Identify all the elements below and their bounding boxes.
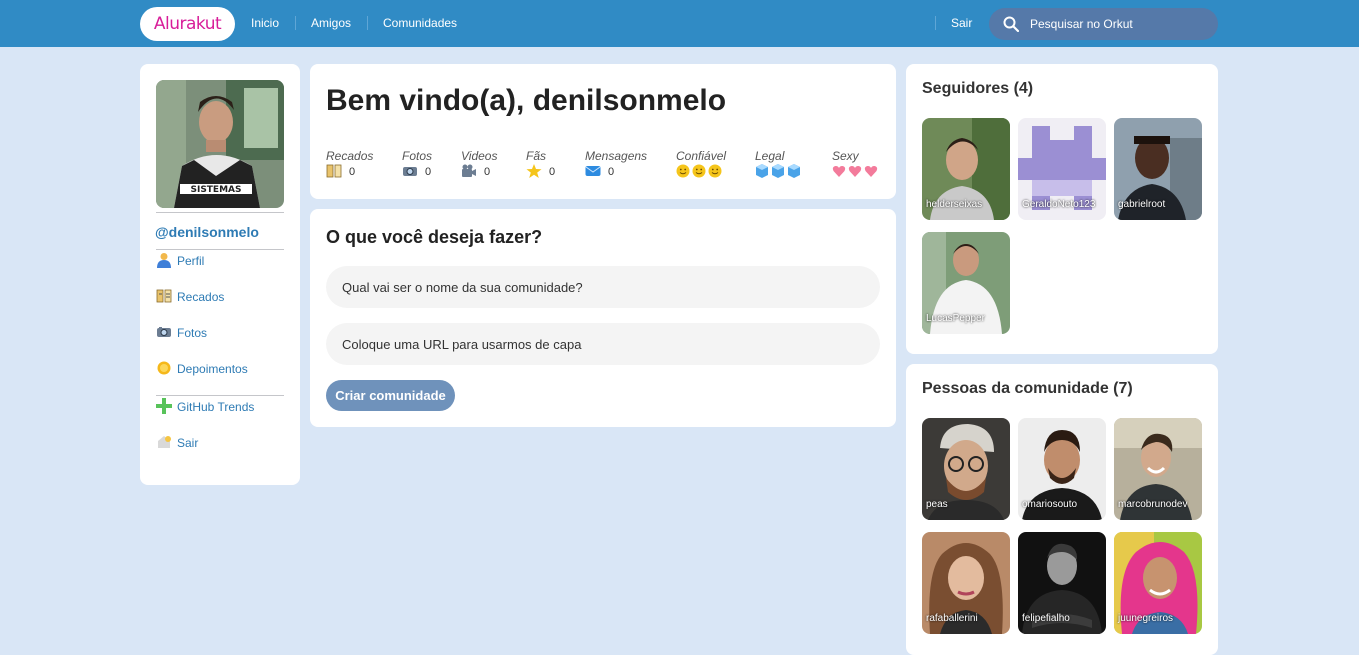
stat-label: Mensagens — [585, 149, 648, 163]
search-bar[interactable]: Pesquisar no Orkut — [989, 8, 1218, 40]
smiley-icon — [692, 164, 706, 178]
community-member-card[interactable]: peas — [922, 418, 1010, 520]
menu-label: Depoimentos — [177, 362, 248, 376]
community-url-input[interactable] — [326, 323, 880, 365]
followers-title: Seguidores (4) — [922, 80, 1034, 97]
book-icon — [156, 289, 172, 303]
section-title: O que você deseja fazer? — [326, 227, 543, 247]
member-name: marcobrunodev — [1118, 499, 1188, 510]
mail-icon — [585, 166, 601, 176]
stat-label: Recados — [326, 149, 374, 163]
search-icon — [1003, 16, 1019, 32]
logout-link[interactable]: Sair — [951, 16, 972, 30]
follower-card[interactable]: LucasPepper — [922, 232, 1010, 334]
camera-icon — [157, 327, 171, 337]
menu-item-perfil[interactable]: Perfil — [156, 251, 286, 269]
community-member-card[interactable]: felipefialho — [1018, 532, 1106, 634]
menu-label: GitHub Trends — [177, 400, 255, 414]
logout-icon — [158, 436, 171, 448]
alurakut-logo[interactable]: Alurakut — [140, 7, 235, 41]
community-people-box: Pessoas da comunidade (7) peas omariosou… — [906, 364, 1218, 655]
menu-label: Sair — [177, 436, 199, 450]
star-icon — [526, 164, 542, 178]
create-community-box: O que você deseja fazer? Criar comunidad… — [310, 209, 896, 427]
nav-divider — [295, 16, 296, 30]
community-member-card[interactable]: omariosouto — [1018, 418, 1106, 520]
nav-inicio[interactable]: Inicio — [251, 16, 279, 30]
community-member-card[interactable]: rafaballerini — [922, 532, 1010, 634]
member-name: rafaballerini — [926, 613, 978, 624]
member-name: felipefialho — [1022, 613, 1070, 624]
follower-card[interactable]: helderseixas — [922, 118, 1010, 220]
menu-item-fotos[interactable]: Fotos — [156, 323, 286, 341]
camera-icon — [403, 167, 417, 176]
stat-label: Fãs — [526, 149, 547, 163]
followers-box: Seguidores (4) helderseixas GeraldoNeto1… — [906, 64, 1218, 354]
heart-icon — [832, 165, 846, 177]
community-member-card[interactable]: juunegreiros — [1114, 532, 1202, 634]
welcome-title: Bem vindo(a), denilsonmelo — [326, 84, 727, 117]
nav-divider — [935, 16, 936, 30]
menu-item-sair[interactable]: Sair — [156, 433, 286, 451]
divider — [156, 395, 284, 396]
heart-icon — [848, 165, 862, 177]
menu-label: Perfil — [177, 254, 205, 268]
user-icon — [157, 253, 171, 268]
rating-label: Legal — [755, 149, 785, 163]
divider — [156, 212, 284, 213]
stat-value: 0 — [484, 166, 491, 178]
rating-label: Sexy — [832, 149, 859, 163]
profile-username[interactable]: @denilsonmelo — [155, 224, 259, 240]
ice-cube-icon — [772, 164, 784, 178]
plus-icon — [156, 398, 172, 414]
menu-item-github-trends[interactable]: GitHub Trends — [156, 397, 286, 415]
nav-divider — [367, 16, 368, 30]
stat-value: 0 — [425, 166, 432, 178]
ice-cube-icon — [756, 164, 768, 178]
nav-amigos[interactable]: Amigos — [311, 16, 351, 30]
follower-card[interactable]: gabrielroot — [1114, 118, 1202, 220]
menu-item-recados[interactable]: Recados — [156, 287, 286, 305]
video-camera-icon — [462, 164, 476, 177]
smiley-icon — [676, 164, 690, 178]
welcome-box: Bem vindo(a), denilsonmelo Recados 0 Fot… — [310, 64, 896, 199]
heart-icon — [864, 165, 878, 177]
search-input[interactable]: Pesquisar no Orkut — [1030, 17, 1133, 31]
follower-name: LucasPepper — [926, 313, 985, 324]
nav-comunidades[interactable]: Comunidades — [383, 16, 457, 30]
follower-card[interactable]: GeraldoNeto123 — [1018, 118, 1106, 220]
community-title: Pessoas da comunidade (7) — [922, 380, 1133, 397]
member-name: juunegreiros — [1118, 613, 1174, 624]
menu-label: Recados — [177, 290, 225, 304]
stat-label: Fotos — [402, 149, 433, 163]
community-name-input[interactable] — [326, 266, 880, 308]
rating-label: Confiável — [676, 149, 727, 163]
ice-cube-icon — [788, 164, 800, 178]
create-community-button[interactable]: Criar comunidade — [326, 380, 455, 411]
community-member-card[interactable]: marcobrunodev — [1114, 418, 1202, 520]
profile-sidebar: SISTEMAS @denilsonmelo Perfil Recados Fo… — [140, 64, 300, 485]
profile-avatar[interactable]: SISTEMAS — [156, 80, 284, 208]
menu-item-depoimentos[interactable]: Depoimentos — [156, 359, 286, 377]
stat-value: 0 — [349, 166, 356, 178]
menu-label: Fotos — [177, 326, 208, 340]
follower-name: gabrielroot — [1118, 199, 1166, 210]
follower-name: helderseixas — [926, 199, 983, 210]
sun-icon — [157, 361, 171, 375]
book-icon — [326, 164, 342, 178]
stat-value: 0 — [549, 166, 556, 178]
svg-text:SISTEMAS: SISTEMAS — [190, 185, 241, 195]
top-bar: Alurakut Inicio Amigos Comunidades Sair … — [0, 0, 1359, 47]
stat-value: 0 — [608, 166, 615, 178]
member-name: peas — [926, 499, 948, 510]
stat-label: Videos — [461, 149, 498, 163]
member-name: omariosouto — [1022, 499, 1078, 510]
divider — [156, 249, 284, 250]
smiley-icon — [708, 164, 722, 178]
follower-name: GeraldoNeto123 — [1022, 199, 1096, 210]
